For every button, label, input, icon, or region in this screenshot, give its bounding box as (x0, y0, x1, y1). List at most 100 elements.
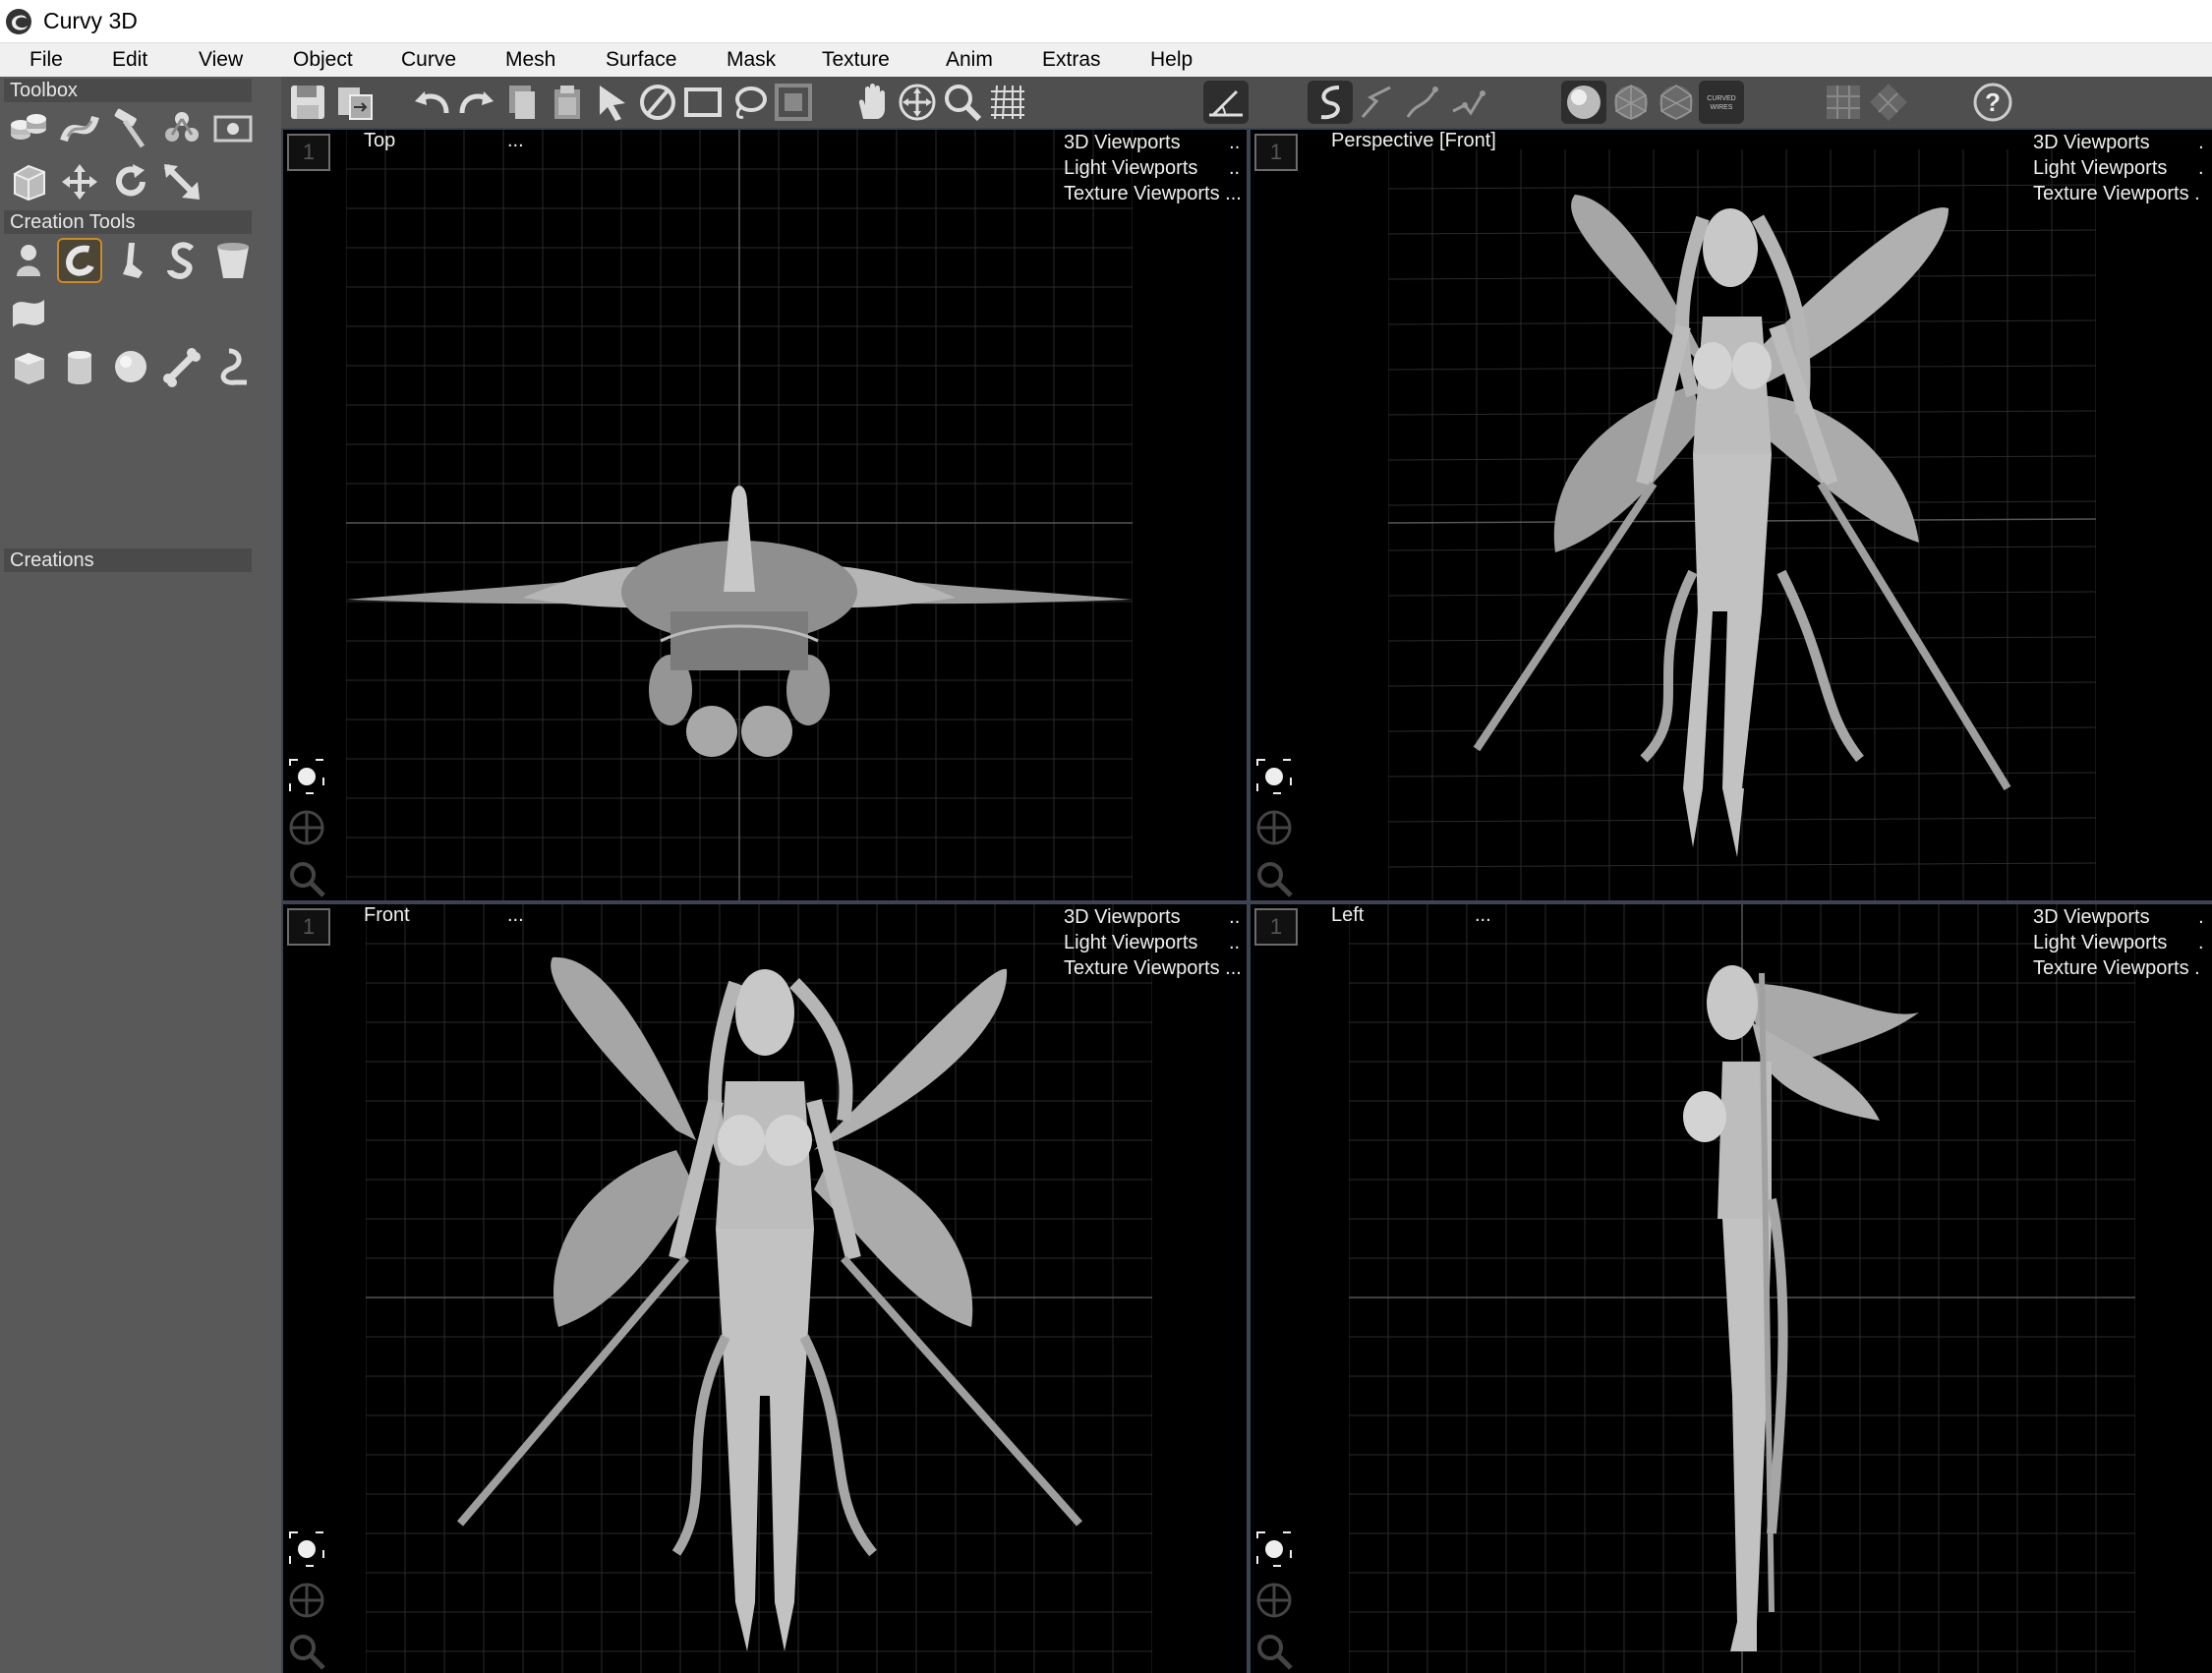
leg-icon[interactable] (108, 238, 153, 283)
menu-3d-viewports[interactable]: 3D Viewports . (2033, 904, 2204, 930)
menu-object[interactable]: Object (285, 43, 361, 77)
solid-shading-icon[interactable] (1561, 81, 1606, 124)
menu-view[interactable]: View (191, 43, 251, 77)
hammer-icon[interactable] (108, 106, 153, 151)
move-icon[interactable] (57, 159, 102, 204)
viewport-title[interactable]: Front (364, 904, 410, 927)
save-icon[interactable] (285, 81, 330, 124)
box-icon[interactable] (6, 159, 51, 204)
app-logo-icon (6, 8, 31, 34)
layout-diamond-icon[interactable] (1866, 81, 1911, 124)
cylinder-icon[interactable] (57, 344, 102, 389)
viewport-front[interactable]: 1 Front ... 3D Viewports .. Light Viewpo… (283, 904, 1247, 1673)
viewport-left[interactable]: 1 Left ... 3D Viewports . Light Viewport… (1251, 904, 2212, 1673)
menu-curve[interactable]: Curve (393, 43, 464, 77)
camera-target-icon[interactable] (1251, 1524, 1298, 1575)
viewport-top[interactable]: 1 Top ... 3D Viewports .. Light Viewport… (283, 130, 1247, 900)
menu-light-viewports[interactable]: Light Viewports .. (1064, 930, 1242, 955)
menu-texture[interactable]: Texture (814, 43, 898, 77)
mask-select-icon[interactable] (771, 81, 816, 124)
cylinders-icon[interactable] (6, 106, 51, 151)
pan-orbit-icon[interactable] (1251, 1575, 1298, 1626)
layout-grid-icon[interactable] (1821, 81, 1866, 124)
s-curve-icon[interactable] (159, 238, 204, 283)
help-icon[interactable]: ? (1970, 81, 2015, 124)
surface-icon[interactable] (6, 291, 51, 336)
redo-icon[interactable] (454, 81, 499, 124)
export-icon[interactable] (332, 81, 378, 124)
curved-tube-icon[interactable] (57, 238, 102, 283)
twist-icon[interactable] (57, 106, 102, 151)
paste-icon[interactable] (545, 81, 590, 124)
scale-icon[interactable] (159, 159, 204, 204)
menu-surface[interactable]: Surface (598, 43, 684, 77)
wire-shading-icon[interactable] (1608, 81, 1654, 124)
zoom-view-icon[interactable] (1251, 853, 1298, 900)
frame-icon[interactable] (210, 106, 256, 151)
menu-texture-viewports[interactable]: Texture Viewports . (2033, 955, 2204, 981)
curve-tool-2-icon[interactable] (1355, 81, 1400, 124)
lasso-select-icon[interactable] (726, 81, 771, 124)
viewport-options-dots[interactable]: ... (507, 130, 524, 152)
tilt-view-icon[interactable] (1203, 81, 1249, 124)
camera-target-icon[interactable] (283, 1524, 330, 1575)
menu-edit[interactable]: Edit (104, 43, 155, 77)
curve-edit-icon[interactable] (1308, 81, 1353, 124)
pan-orbit-icon[interactable] (283, 1575, 330, 1626)
zoom-view-icon[interactable] (283, 853, 330, 900)
wire-shading-2-icon[interactable] (1654, 81, 1699, 124)
menu-anim[interactable]: Anim (938, 43, 1001, 77)
menu-mesh[interactable]: Mesh (497, 43, 563, 77)
curve-tool-4-icon[interactable] (1445, 81, 1490, 124)
menu-light-viewports[interactable]: Light Viewports . (2033, 155, 2204, 181)
rotate-icon[interactable] (108, 159, 153, 204)
cube-icon[interactable] (6, 344, 51, 389)
bone-icon[interactable] (159, 344, 204, 389)
zoom-view-icon[interactable] (1251, 1626, 1298, 1673)
menu-texture-viewports[interactable]: Texture Viewports ... (1064, 181, 1242, 206)
undo-icon[interactable] (409, 81, 454, 124)
zoom-view-icon[interactable] (283, 1626, 330, 1673)
sphere-icon[interactable] (108, 344, 153, 389)
menu-3d-viewports[interactable]: 3D Viewports .. (1064, 904, 1242, 930)
viewport-options-dots[interactable]: ... (1475, 904, 1491, 927)
menu-3d-viewports[interactable]: 3D Viewports . (2033, 130, 2204, 155)
blob-icon[interactable] (6, 238, 51, 283)
viewport-options-dots[interactable]: ... (507, 904, 524, 927)
curved-wires-icon[interactable]: CURVED WIRES (1699, 81, 1744, 124)
viewport-title[interactable]: Perspective [Front] (1331, 130, 1496, 152)
grid-icon[interactable] (985, 81, 1030, 124)
copy-icon[interactable] (499, 81, 545, 124)
menu-texture-viewports[interactable]: Texture Viewports ... (1064, 955, 1242, 981)
deselect-icon[interactable] (635, 81, 680, 124)
pan-orbit-icon[interactable] (283, 802, 330, 853)
menu-extras[interactable]: Extras (1034, 43, 1109, 77)
viewport-perspective[interactable]: 1 Perspective [Front] 3D Viewports . Lig… (1251, 130, 2212, 900)
menu-file[interactable]: File (22, 43, 71, 77)
menu-texture-viewports[interactable]: Texture Viewports . (2033, 181, 2204, 206)
viewport-title[interactable]: Top (364, 130, 395, 152)
move-view-icon[interactable] (895, 81, 940, 124)
menu-light-viewports[interactable]: Light Viewports . (2033, 930, 2204, 955)
viewport-number-badge[interactable]: 1 (287, 908, 330, 946)
menu-mask[interactable]: Mask (719, 43, 784, 77)
pan-hand-icon[interactable] (849, 81, 895, 124)
camera-target-icon[interactable] (1251, 751, 1298, 802)
zoom-icon[interactable] (940, 81, 985, 124)
menu-help[interactable]: Help (1142, 43, 1200, 77)
menu-light-viewports[interactable]: Light Viewports .. (1064, 155, 1242, 181)
hook-icon[interactable] (210, 344, 256, 389)
viewport-number-badge[interactable]: 1 (1254, 908, 1298, 946)
select-arrow-icon[interactable] (590, 81, 635, 124)
viewport-number-badge[interactable]: 1 (1254, 134, 1298, 171)
menu-3d-viewports[interactable]: 3D Viewports .. (1064, 130, 1242, 155)
viewport-number-badge[interactable]: 1 (287, 134, 330, 171)
pan-orbit-icon[interactable] (1251, 802, 1298, 853)
cup-icon[interactable] (210, 238, 256, 283)
rect-select-icon[interactable] (680, 81, 726, 124)
camera-target-icon[interactable] (283, 751, 330, 802)
viewport-title[interactable]: Left (1331, 904, 1364, 927)
molecule-icon[interactable] (159, 106, 204, 151)
curve-tool-3-icon[interactable] (1400, 81, 1445, 124)
menu-bar: File Edit View Object Curve Mesh Surface… (0, 43, 2212, 77)
